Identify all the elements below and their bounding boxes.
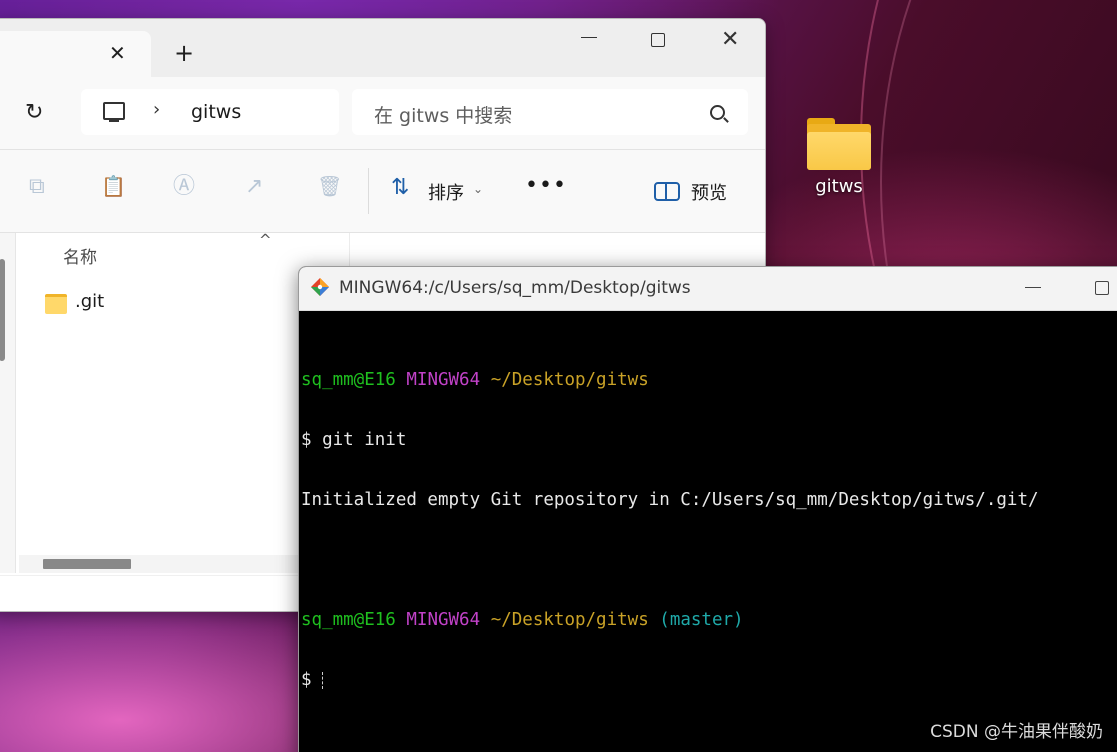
desktop-background: gitws ✕ + ✕ ↻ › gitws 在 gitws 中搜索 ⧉ 📋 Ⓐ …	[0, 0, 1117, 752]
search-box[interactable]: 在 gitws 中搜索	[352, 89, 748, 135]
prompt-path: ~/Desktop/gitws	[490, 610, 649, 630]
maximize-icon[interactable]	[651, 33, 665, 47]
prompt-user-host: sq_mm@E16	[301, 610, 396, 630]
explorer-tab[interactable]	[0, 31, 151, 77]
desktop-folder-label: gitws	[815, 176, 863, 197]
prompt-shell: MINGW64	[406, 610, 481, 630]
tab-close-icon[interactable]: ✕	[109, 43, 126, 63]
terminal-input-line[interactable]: $	[301, 670, 1039, 690]
prompt-user-host: sq_mm@E16	[301, 370, 396, 390]
title-bar: ✕ + ✕	[0, 19, 765, 77]
prompt-branch: (master)	[659, 610, 744, 630]
search-icon[interactable]	[710, 105, 725, 120]
maximize-icon[interactable]	[1095, 281, 1109, 295]
rename-icon[interactable]: Ⓐ	[173, 176, 195, 198]
breadcrumb-current-folder[interactable]: gitws	[191, 101, 241, 123]
nav-pane-scrollbar[interactable]	[0, 259, 5, 361]
this-pc-icon[interactable]	[103, 102, 125, 122]
terminal-line: sq_mm@E16 MINGW64 ~/Desktop/gitws (maste…	[301, 610, 1039, 630]
copy-icon[interactable]: ⧉	[29, 176, 45, 198]
watermark: CSDN @牛油果伴酸奶	[930, 722, 1103, 742]
git-bash-terminal-window[interactable]: MINGW64:/c/Users/sq_mm/Desktop/gitws sq_…	[298, 266, 1117, 752]
terminal-title-bar: MINGW64:/c/Users/sq_mm/Desktop/gitws	[299, 267, 1117, 311]
folder-icon	[807, 118, 871, 170]
share-icon[interactable]: ↗	[245, 176, 263, 198]
terminal-title: MINGW64:/c/Users/sq_mm/Desktop/gitws	[339, 278, 691, 298]
sort-icon[interactable]: ⇅	[391, 177, 409, 199]
close-window-icon[interactable]: ✕	[721, 29, 739, 51]
prompt-path: ~/Desktop/gitws	[490, 370, 649, 390]
terminal-output[interactable]: sq_mm@E16 MINGW64 ~/Desktop/gitws $ git …	[301, 330, 1039, 730]
command-bar: ⧉ 📋 Ⓐ ↗ 🗑 ⇅ 排序 ⌄ ••• 预览	[0, 150, 765, 233]
list-item-name[interactable]: .git	[75, 291, 104, 312]
column-header-name[interactable]: 名称	[63, 243, 97, 268]
terminal-command: $ git init	[301, 430, 407, 450]
chevron-down-icon[interactable]: ⌄	[473, 183, 483, 195]
minimize-icon[interactable]	[581, 37, 597, 38]
text-cursor	[322, 671, 324, 689]
search-input[interactable]: 在 gitws 中搜索	[374, 101, 512, 128]
folder-icon	[45, 294, 67, 314]
refresh-icon[interactable]: ↻	[25, 102, 43, 124]
minimize-icon[interactable]	[1025, 287, 1041, 288]
preview-pane-icon[interactable]	[654, 182, 680, 201]
new-tab-button[interactable]: +	[174, 41, 194, 65]
address-bar[interactable]: › gitws	[81, 89, 339, 135]
paste-icon[interactable]: 📋	[101, 176, 126, 196]
terminal-line: sq_mm@E16 MINGW64 ~/Desktop/gitws	[301, 370, 1039, 390]
desktop-folder-gitws[interactable]: gitws	[800, 118, 878, 197]
more-options-icon[interactable]: •••	[525, 175, 567, 197]
scrollbar-thumb[interactable]	[43, 559, 131, 569]
breadcrumb-chevron-icon[interactable]: ›	[153, 101, 160, 119]
prompt-shell: MINGW64	[406, 370, 481, 390]
sort-ascending-icon: ^	[259, 231, 272, 249]
toolbar-divider	[368, 168, 369, 214]
git-logo-icon	[311, 278, 329, 296]
navigation-pane	[0, 233, 16, 573]
preview-button[interactable]: 预览	[691, 179, 727, 205]
delete-icon[interactable]: 🗑	[317, 176, 342, 196]
terminal-output-line: Initialized empty Git repository in C:/U…	[301, 490, 1039, 510]
sort-button[interactable]: 排序	[428, 179, 464, 205]
prompt-symbol: $	[301, 670, 323, 690]
navigation-bar: ↻ › gitws 在 gitws 中搜索	[0, 77, 765, 150]
